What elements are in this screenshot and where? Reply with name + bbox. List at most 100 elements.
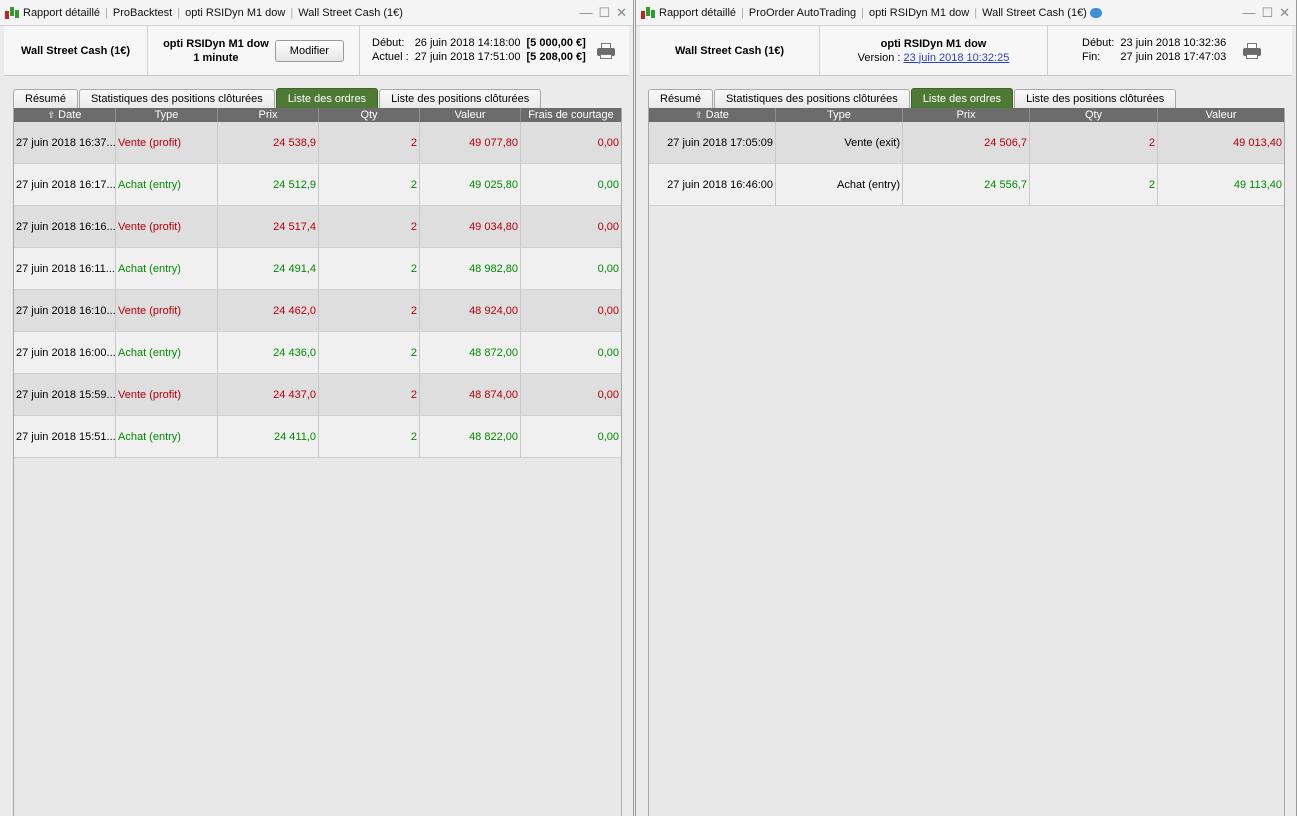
tab-liste-ordres[interactable]: Liste des ordres <box>275 88 379 108</box>
cell-valeur: 49 113,40 <box>1233 178 1282 191</box>
debut-amount: [5 000,00 €] <box>526 37 586 49</box>
table-row[interactable]: 27 juin 2018 16:46:00 Achat (entry) 24 556… <box>649 164 1284 206</box>
maximize-icon[interactable]: ☐ <box>1261 5 1273 21</box>
maximize-icon[interactable]: ☐ <box>598 5 610 21</box>
minimize-icon[interactable]: — <box>579 5 592 21</box>
tab-resume[interactable]: Résumé <box>648 89 713 108</box>
title-bar[interactable]: Rapport détaillé | ProOrder AutoTrading | … <box>636 0 1296 26</box>
table-row[interactable]: 27 juin 2018 16:16... Vente (profit) 24 51… <box>14 206 621 248</box>
cell-type: Achat (entry) <box>116 248 218 289</box>
title-bar[interactable]: Rapport détaillé | ProBacktest | opti RSID… <box>0 0 633 26</box>
cell-frais: 0,00 <box>597 178 619 191</box>
tab-resume[interactable]: Résumé <box>13 89 78 108</box>
strategy-name: opti RSIDyn M1 dow <box>880 37 987 50</box>
backtest-report-window: Rapport détaillé | ProBacktest | opti RSID… <box>0 0 634 816</box>
title-part: Wall Street Cash (1€) <box>982 6 1087 19</box>
cell-type: Achat (entry) <box>776 164 903 205</box>
dates-cell: Début: 23 juin 2018 10:32:36 Fin: 27 jui… <box>1048 26 1292 75</box>
autotrading-report-window: Rapport détaillé | ProOrder AutoTrading | … <box>635 0 1297 816</box>
col-type[interactable]: Type <box>116 108 218 122</box>
instrument-name: Wall Street Cash (1€) <box>674 44 784 57</box>
cell-frais: 0,00 <box>597 262 619 275</box>
table-row[interactable]: 27 juin 2018 16:11... Achat (entry) 24 491… <box>14 248 621 290</box>
col-qty[interactable]: Qty <box>319 108 420 122</box>
strategy-cell: opti RSIDyn M1 dow 1 minute Modifier <box>148 26 360 75</box>
cell-qty: 2 <box>319 122 420 163</box>
table-header: ⇧ Date Type Prix Qty Valeur <box>649 108 1284 122</box>
sort-up-icon: ⇧ <box>47 109 56 120</box>
cell-qty: 2 <box>319 248 420 289</box>
col-valeur[interactable]: Valeur <box>1158 108 1284 122</box>
tab-liste-positions[interactable]: Liste des positions clôturées <box>1014 89 1177 108</box>
title-part: opti RSIDyn M1 dow <box>185 6 286 19</box>
table-row[interactable]: 27 juin 2018 15:59... Vente (profit) 24 43… <box>14 374 621 416</box>
instrument-name: Wall Street Cash (1€) <box>4 26 148 75</box>
cell-frais: 0,00 <box>597 220 619 233</box>
col-date[interactable]: ⇧ Date <box>14 108 116 122</box>
chat-bubble-icon[interactable] <box>1089 7 1102 18</box>
cell-valeur: 49 077,80 <box>420 122 521 163</box>
tab-bar: Résumé Statistiques des positions clôtur… <box>0 88 633 108</box>
col-qty[interactable]: Qty <box>1030 108 1158 122</box>
debut-value: 23 juin 2018 10:32:36 <box>1120 37 1227 49</box>
col-frais[interactable]: Frais de courtage <box>521 108 621 122</box>
col-type[interactable]: Type <box>776 108 903 122</box>
tab-bar: Résumé Statistiques des positions clôtur… <box>636 88 1296 108</box>
debut-label: Début: <box>372 37 405 49</box>
sort-up-icon: ⇧ <box>695 109 703 120</box>
table-row[interactable]: 27 juin 2018 17:05:09 Vente (exit) 24 506,… <box>649 122 1284 164</box>
cell-date: 27 juin 2018 16:37... <box>14 122 116 163</box>
close-icon[interactable]: ✕ <box>1279 5 1290 21</box>
cell-date: 27 juin 2018 17:05:09 <box>649 122 776 163</box>
close-icon[interactable]: ✕ <box>616 5 627 21</box>
table-row[interactable]: 27 juin 2018 16:37... Vente (profit) 24 53… <box>14 122 621 164</box>
cell-type: Vente (profit) <box>116 290 218 331</box>
modify-button[interactable]: Modifier <box>274 39 344 62</box>
cell-prix: 24 538,9 <box>218 122 319 163</box>
col-prix[interactable]: Prix <box>903 108 1030 122</box>
title-part: opti RSIDyn M1 dow <box>868 6 970 19</box>
cell-type: Vente (profit) <box>116 122 218 163</box>
cell-prix: 24 491,4 <box>218 248 319 289</box>
tab-liste-positions[interactable]: Liste des positions clôturées <box>379 89 542 108</box>
table-row[interactable]: 27 juin 2018 16:10... Vente (profit) 24 46… <box>14 290 621 332</box>
debut-label: Début: <box>1082 37 1115 49</box>
title-part: Rapport détaillé <box>659 6 737 19</box>
actuel-amount: [5 208,00 €] <box>526 51 586 63</box>
instrument-cell: Wall Street Cash (1€) <box>640 26 820 75</box>
cell-valeur: 48 874,00 <box>420 374 521 415</box>
cell-qty: 2 <box>1030 122 1158 163</box>
printer-icon[interactable] <box>596 42 616 60</box>
cell-date: 27 juin 2018 15:59... <box>14 374 116 415</box>
tab-statistiques[interactable]: Statistiques des positions clôturées <box>78 89 275 108</box>
cell-date: 27 juin 2018 16:00... <box>14 332 116 373</box>
table-row[interactable]: 27 juin 2018 15:51... Achat (entry) 24 411… <box>14 416 621 458</box>
cell-date: 27 juin 2018 16:11... <box>14 248 116 289</box>
cell-qty: 2 <box>319 206 420 247</box>
strategy-name: opti RSIDyn M1 dow <box>163 37 269 50</box>
col-date[interactable]: ⇧ Date <box>649 108 776 122</box>
table-row[interactable]: 27 juin 2018 16:17... Achat (entry) 24 512… <box>14 164 621 206</box>
tab-liste-ordres[interactable]: Liste des ordres <box>910 88 1014 108</box>
timeframe: 1 minute <box>193 51 239 64</box>
version-link[interactable]: 23 juin 2018 10:32:25 <box>904 52 1010 64</box>
cell-valeur: 48 872,00 <box>420 332 521 373</box>
cell-qty: 2 <box>319 332 420 373</box>
col-valeur[interactable]: Valeur <box>420 108 521 122</box>
cell-prix: 24 462,0 <box>218 290 319 331</box>
actuel-value: 27 juin 2018 17:51:00 <box>414 51 521 63</box>
minimize-icon[interactable]: — <box>1242 5 1255 21</box>
cell-valeur: 48 822,00 <box>420 416 521 457</box>
cell-prix: 24 411,0 <box>218 416 319 457</box>
table-row[interactable]: 27 juin 2018 16:00... Achat (entry) 24 436… <box>14 332 621 374</box>
col-prix[interactable]: Prix <box>218 108 319 122</box>
cell-frais: 0,00 <box>597 136 619 149</box>
tab-statistiques[interactable]: Statistiques des positions clôturées <box>713 89 910 108</box>
cell-type: Vente (profit) <box>116 206 218 247</box>
fin-value: 27 juin 2018 17:47:03 <box>1120 51 1227 63</box>
version-label: Version : <box>857 51 901 64</box>
cell-date: 27 juin 2018 16:16... <box>14 206 116 247</box>
debut-value: 26 juin 2018 14:18:00 <box>414 37 521 49</box>
printer-icon[interactable] <box>1242 42 1262 60</box>
cell-qty: 2 <box>1030 164 1158 205</box>
